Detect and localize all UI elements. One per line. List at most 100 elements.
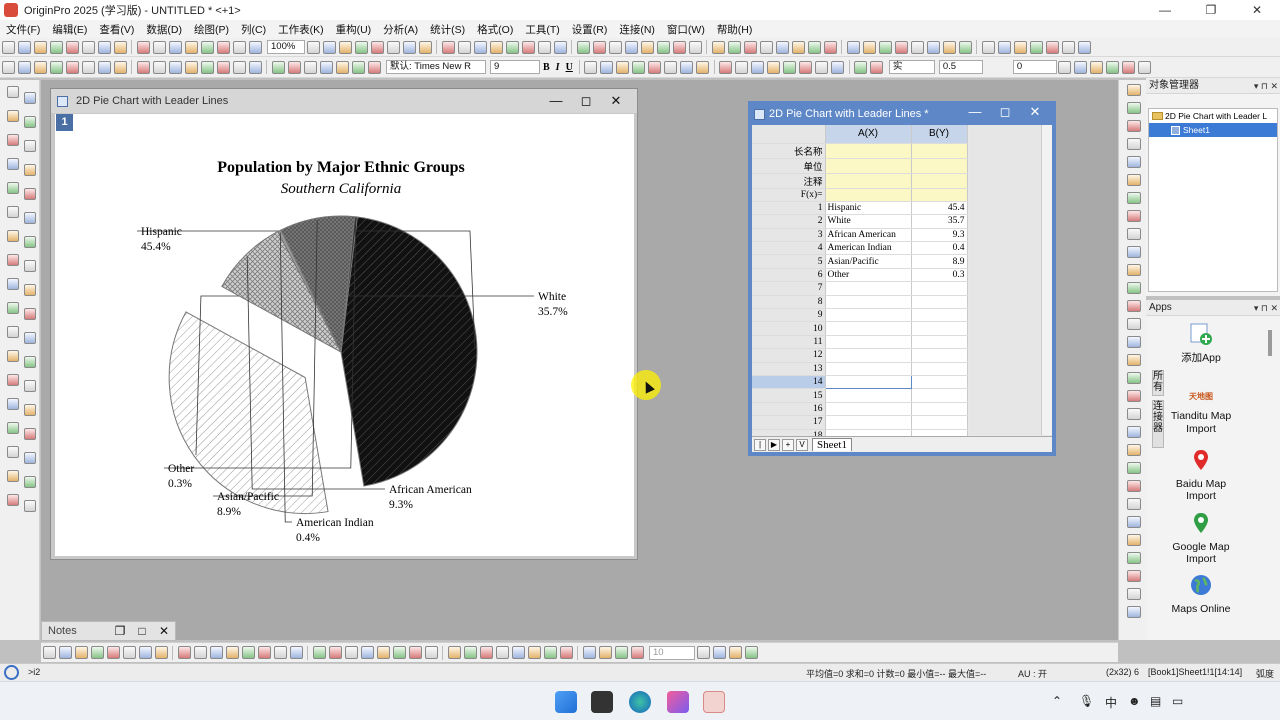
- apps-tab-connectors[interactable]: 连接器: [1152, 400, 1164, 448]
- toolbar-icon[interactable]: [854, 60, 868, 74]
- menu-item[interactable]: 分析(A): [377, 22, 424, 37]
- row-header[interactable]: 9: [752, 308, 826, 323]
- toolbar-icon[interactable]: [184, 60, 198, 74]
- toolbar-icon[interactable]: [1058, 60, 1072, 74]
- app-add-app[interactable]: 添加App: [1168, 322, 1234, 364]
- tool-icon[interactable]: [23, 260, 36, 272]
- toolbar-icon[interactable]: [90, 646, 104, 659]
- toolbar-icon[interactable]: [1074, 60, 1088, 74]
- toolbar-icon[interactable]: [680, 60, 694, 74]
- cell-a[interactable]: [825, 348, 912, 363]
- menu-item[interactable]: 数据(D): [140, 22, 188, 37]
- tool-icon[interactable]: [1126, 228, 1141, 240]
- toolbar-icon[interactable]: [759, 40, 773, 54]
- tool-icon[interactable]: [1126, 300, 1141, 312]
- toolbar-icon[interactable]: [473, 40, 487, 54]
- toolbar-icon[interactable]: [58, 646, 72, 659]
- windows-start-icon[interactable]: [555, 691, 577, 713]
- toolbar-icon[interactable]: [712, 646, 726, 659]
- toolbar-icon[interactable]: [600, 60, 614, 74]
- slice-label[interactable]: White: [538, 291, 566, 303]
- row-header[interactable]: 8: [752, 295, 826, 310]
- minimize-button[interactable]: —: [1142, 0, 1188, 20]
- toolbar-icon[interactable]: [17, 60, 31, 74]
- tray-chevron-icon[interactable]: ⌃: [1052, 694, 1062, 708]
- slice-label[interactable]: American Indian: [296, 517, 374, 529]
- tool-icon[interactable]: [23, 212, 36, 224]
- cell-b[interactable]: [911, 158, 968, 174]
- tool-icon[interactable]: [23, 236, 36, 248]
- toolbar-icon[interactable]: [894, 40, 908, 54]
- toolbar-icon[interactable]: [1106, 60, 1120, 74]
- cell-b[interactable]: 8.9: [911, 254, 968, 269]
- cell-b[interactable]: [911, 402, 968, 417]
- close-button[interactable]: ✕: [1234, 0, 1280, 20]
- tool-icon[interactable]: [1126, 174, 1141, 186]
- toolbar-icon[interactable]: [767, 60, 781, 74]
- toolbar-icon[interactable]: [711, 40, 725, 54]
- tool-icon[interactable]: [6, 350, 19, 362]
- tool-icon[interactable]: [23, 140, 36, 152]
- toolbar-icon[interactable]: [216, 60, 230, 74]
- row-header[interactable]: 7: [752, 281, 826, 296]
- italic-button[interactable]: I: [553, 62, 563, 73]
- toolbar-icon[interactable]: [42, 646, 56, 659]
- toolbar-icon[interactable]: [553, 40, 567, 54]
- tool-icon[interactable]: [6, 86, 19, 98]
- tool-icon[interactable]: [23, 164, 36, 176]
- toolbar-icon[interactable]: [1013, 40, 1027, 54]
- tool-icon[interactable]: [1126, 318, 1141, 330]
- toolbar-icon[interactable]: [392, 646, 406, 659]
- tool-icon[interactable]: [6, 230, 19, 242]
- toolbar-icon[interactable]: [312, 646, 326, 659]
- tool-icon[interactable]: [1126, 102, 1141, 114]
- toolbar-icon[interactable]: [209, 646, 223, 659]
- row-header[interactable]: 16: [752, 402, 826, 417]
- tool-icon[interactable]: [6, 158, 19, 170]
- toolbar-icon[interactable]: [815, 60, 829, 74]
- toolbar-icon[interactable]: [177, 646, 191, 659]
- worksheet-window[interactable]: 2D Pie Chart with Leader Lines * — ◻ ✕ A…: [748, 101, 1056, 456]
- menu-item[interactable]: 统计(S): [424, 22, 471, 37]
- toolbar-icon[interactable]: [200, 60, 214, 74]
- toolbar-icon[interactable]: [248, 60, 262, 74]
- cell-a[interactable]: [825, 402, 912, 417]
- toolbar-icon[interactable]: [113, 60, 127, 74]
- cell-a[interactable]: Hispanic: [825, 201, 912, 216]
- toolbar-icon[interactable]: [582, 646, 596, 659]
- notes-maximize-button[interactable]: □: [131, 624, 153, 638]
- toolbar-icon[interactable]: [138, 646, 152, 659]
- toolbar-icon[interactable]: [322, 40, 336, 54]
- tool-icon[interactable]: [6, 134, 19, 146]
- row-header[interactable]: 长名称: [752, 143, 826, 159]
- toolbar-icon[interactable]: [791, 40, 805, 54]
- chart-subtitle[interactable]: Southern California: [281, 181, 401, 197]
- slice-percent-label[interactable]: 0.3%: [168, 478, 192, 490]
- menu-item[interactable]: 设置(R): [566, 22, 614, 37]
- cell-b[interactable]: 0.3: [911, 268, 968, 283]
- toolbar-icon[interactable]: [696, 646, 710, 659]
- tool-icon[interactable]: [1126, 246, 1141, 258]
- tool-icon[interactable]: [6, 302, 19, 314]
- notes-panel[interactable]: Notes ❐ □ ✕: [41, 621, 176, 641]
- toolbar-icon[interactable]: [624, 40, 638, 54]
- tool-icon[interactable]: [23, 332, 36, 344]
- toolbar-icon[interactable]: [386, 40, 400, 54]
- cell-a[interactable]: African American: [825, 228, 912, 243]
- slice-percent-label[interactable]: 35.7%: [538, 306, 568, 318]
- tool-icon[interactable]: [1126, 156, 1141, 168]
- row-header[interactable]: 单位: [752, 158, 826, 174]
- tool-icon[interactable]: [6, 326, 19, 338]
- toolbar-icon[interactable]: [592, 40, 606, 54]
- toolbar-icon[interactable]: [33, 40, 47, 54]
- row-header[interactable]: 14: [752, 375, 826, 390]
- toolbar-icon[interactable]: [232, 60, 246, 74]
- slice-label[interactable]: African American: [389, 484, 472, 496]
- row-header[interactable]: 2: [752, 214, 826, 229]
- toolbar-icon[interactable]: [728, 646, 742, 659]
- toolbar-icon[interactable]: [489, 40, 503, 54]
- toolbar-icon[interactable]: [727, 40, 741, 54]
- toolbar-icon[interactable]: [751, 60, 765, 74]
- row-header[interactable]: 6: [752, 268, 826, 283]
- tool-icon[interactable]: [1126, 336, 1141, 348]
